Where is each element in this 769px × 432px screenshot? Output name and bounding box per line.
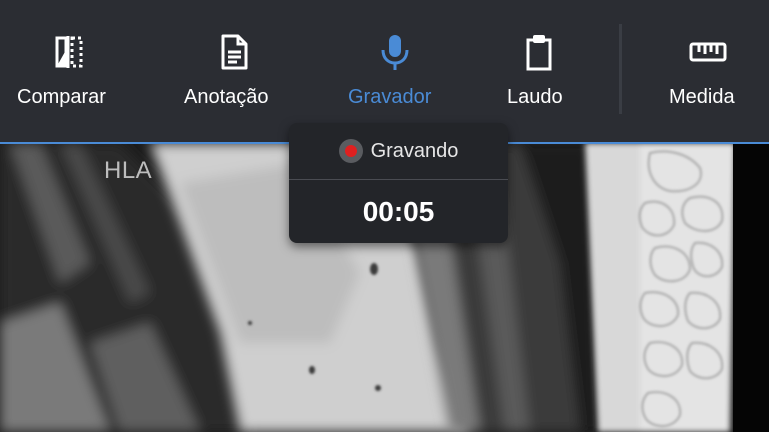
viewer-screen: HLA Comparar Anotação Gravador Laudo Med… — [0, 0, 769, 432]
measure-button[interactable]: Medida — [666, 0, 750, 142]
recorder-label: Gravador — [348, 86, 432, 108]
compare-label: Comparar — [17, 86, 106, 108]
measure-label: Medida — [669, 86, 735, 108]
ruler-icon — [688, 32, 728, 72]
recording-status: Gravando — [289, 123, 508, 179]
document-icon — [214, 32, 254, 72]
recording-status-text: Gravando — [370, 139, 459, 162]
report-button[interactable]: Laudo — [500, 0, 576, 142]
compare-icon — [49, 32, 89, 72]
annotation-button[interactable]: Anotação — [180, 0, 288, 142]
report-label: Laudo — [507, 86, 563, 108]
orientation-label: HLA — [104, 157, 153, 184]
recorder-button[interactable]: Gravador — [343, 0, 447, 142]
recording-popover: Gravando 00:05 — [289, 123, 508, 243]
annotation-label: Anotação — [184, 86, 269, 108]
toolbar-divider — [619, 24, 622, 114]
record-indicator-icon — [338, 139, 363, 163]
microphone-icon — [375, 32, 415, 72]
compare-button[interactable]: Comparar — [13, 0, 125, 142]
recording-timer: 00:05 — [362, 195, 435, 227]
clipboard-icon — [519, 32, 559, 72]
